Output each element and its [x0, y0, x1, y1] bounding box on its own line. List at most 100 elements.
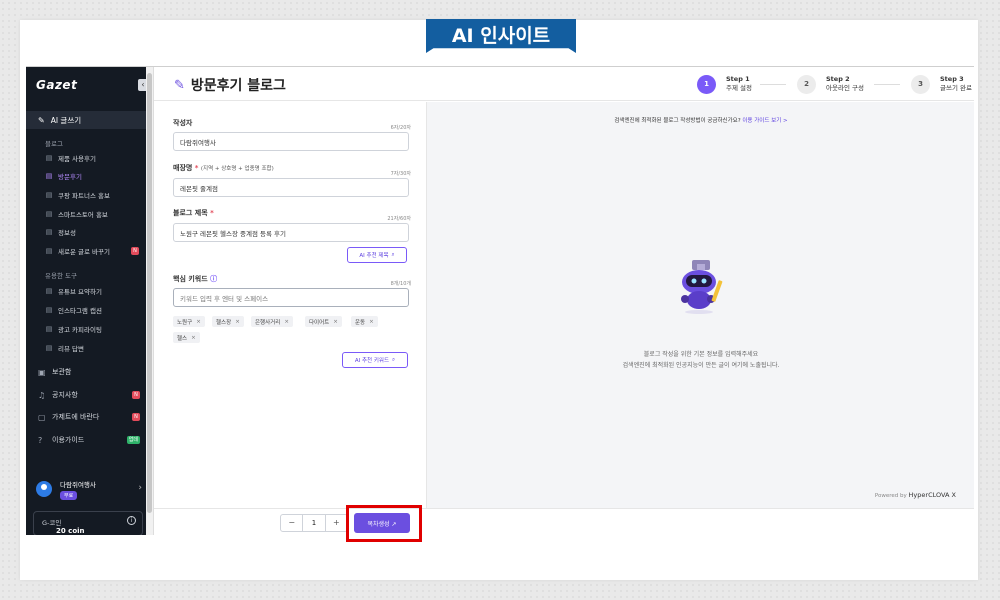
- sidebar-item-product-review[interactable]: ▤ 제품 사용후기: [45, 151, 145, 165]
- sidebar-item-rewrite[interactable]: ▤ 새로운 글로 바꾸기 N: [45, 244, 145, 258]
- step-title: Step 3: [940, 75, 964, 83]
- keyword-tag[interactable]: 헬스 ×: [173, 332, 200, 343]
- sidebar-item-ai-writing[interactable]: ✎ AI 글쓰기: [26, 111, 146, 129]
- sidebar-scrollbar[interactable]: [146, 67, 154, 535]
- sidebar-item-label: 가제트에 바란다: [52, 413, 100, 421]
- guide-text: 검색엔진에 최적화된 블로그 작성방법이 궁금하신가요? 이용 가이드 보기 >: [614, 118, 788, 124]
- keyword-tag[interactable]: 운동 ×: [351, 316, 378, 327]
- robot-mascot-icon: [681, 260, 723, 314]
- chat-icon: ▢: [38, 412, 46, 422]
- remove-icon: ×: [369, 318, 374, 325]
- doc-icon: ▤: [45, 154, 53, 162]
- avatar: [36, 481, 52, 497]
- sidebar-item-youtube-summary[interactable]: ▤ 유튜브 요약하기: [45, 284, 145, 298]
- sidebar-item-storage[interactable]: ▣ 보관함: [38, 365, 146, 379]
- store-name-field[interactable]: 레몬핏 줄계점: [173, 178, 409, 197]
- store-label: 매장명 * (지역 + 상호명 + 업종명 조합): [173, 164, 274, 172]
- plan-badge: 무료: [60, 491, 78, 500]
- page-header: ✎ 방문후기 블로그 1 Step 1 주제 설정 2 Step 2 아웃라인 구성…: [154, 67, 974, 101]
- step-number: 2: [797, 74, 816, 94]
- author-field[interactable]: 다람쥐여행사: [173, 132, 409, 151]
- ai-suggest-keyword-button[interactable]: AI 추천 키워드 ⌕: [342, 352, 408, 368]
- sidebar-item-notice[interactable]: ♫ 공지사항 N: [38, 388, 146, 402]
- remove-icon: ×: [196, 318, 201, 325]
- keyword-input[interactable]: 키워드 입력 후 엔터 및 스페이스: [173, 288, 409, 307]
- banner-title: AI 인사이트: [451, 24, 551, 47]
- empty-state-title: 블로그 작성을 위한 기본 정보를 입력해주세요: [643, 351, 759, 358]
- remove-icon: ×: [191, 334, 196, 341]
- ai-suggest-title-button[interactable]: AI 추천 제목 ⌕: [347, 247, 407, 263]
- keyword-count: 8개/10개: [390, 281, 411, 287]
- page-title-text: 방문후기 블로그: [190, 78, 286, 94]
- keyword-tag[interactable]: 노원구 ×: [173, 316, 205, 327]
- keyword-tag[interactable]: 은행사거리 ×: [251, 316, 293, 327]
- keyword-tag[interactable]: 헬스장 ×: [212, 316, 244, 327]
- info-icon: ⓘ: [210, 275, 218, 283]
- step-2[interactable]: 2 Step 2 아웃라인 구성: [797, 73, 864, 95]
- sidebar-item-label: 쿠팡 파트너스 홍보: [58, 192, 110, 200]
- doc-icon: ▤: [45, 228, 53, 236]
- sidebar-item-label: 정보성: [58, 229, 76, 237]
- update-badge: 업데: [126, 436, 140, 444]
- new-badge: N: [132, 413, 140, 421]
- doc-icon: ▤: [45, 191, 53, 199]
- sidebar-item-label: 보관함: [52, 368, 72, 376]
- step-3[interactable]: 3 Step 3 글쓰기 완료: [911, 73, 972, 95]
- edit-note-icon: ✎: [174, 77, 185, 93]
- sidebar-item-feedback[interactable]: ▢ 가제트에 바란다 N: [38, 410, 146, 424]
- sidebar-item-guide[interactable]: ? 이용가이드 업데: [38, 433, 146, 447]
- doc-icon: ▤: [45, 210, 53, 218]
- powered-by: Powered by HyperCLOVA X: [874, 491, 956, 499]
- author-char-count: 6자/20자: [390, 125, 411, 131]
- sidebar-item-smartstore[interactable]: ▤ 스마트스토어 홍보: [45, 207, 145, 221]
- author-label: 작성자: [173, 119, 193, 127]
- quantity-value[interactable]: 1: [302, 515, 326, 531]
- gazet-logo[interactable]: Gazet: [36, 78, 77, 92]
- sidebar-item-label: AI 글쓰기: [50, 115, 82, 125]
- sidebar: Gazet ‹ ✎ AI 글쓰기 블로그 ▤ 제품 사용후기 ▤ 방문후기 ▤ …: [26, 67, 148, 535]
- search-icon: ⌕: [392, 356, 396, 363]
- sidebar-item-ad-copywriting[interactable]: ▤ 광고 카피라이팅: [45, 322, 145, 336]
- decrement-button[interactable]: −: [281, 515, 302, 531]
- doc-icon: ▤: [45, 172, 53, 180]
- guide-link[interactable]: 이용 가이드 보기 >: [742, 118, 787, 124]
- store-char-count: 7자/30자: [390, 171, 411, 177]
- ai-insight-banner: AI 인사이트: [426, 19, 576, 53]
- sidebar-item-label: 광고 카피라이팅: [58, 326, 102, 334]
- title-char-count: 21자/60자: [387, 216, 411, 222]
- user-profile[interactable]: 다람쥐여행사 무료 ›: [34, 477, 144, 503]
- doc-icon: ▤: [45, 287, 53, 295]
- search-icon: ⌕: [391, 251, 395, 258]
- sidebar-item-label: 유튜브 요약하기: [58, 288, 102, 296]
- increment-button[interactable]: +: [326, 515, 347, 531]
- new-badge: N: [131, 247, 139, 255]
- input-form: 작성자 6자/20자 다람쥐여행사 매장명 * (지역 + 상호명 + 업종명 …: [154, 102, 426, 508]
- step-connector: [874, 84, 900, 85]
- sidebar-item-visit-review[interactable]: ▤ 방문후기: [45, 169, 145, 183]
- info-icon[interactable]: i: [127, 516, 136, 525]
- step-number: 3: [911, 74, 930, 94]
- step-connector: [760, 84, 786, 85]
- step-1[interactable]: 1 Step 1 주제 설정: [697, 73, 752, 95]
- doc-icon: ▤: [45, 306, 53, 314]
- sidebar-item-informative[interactable]: ▤ 정보성: [45, 225, 145, 239]
- scrollbar-thumb[interactable]: [147, 73, 152, 513]
- sidebar-item-instagram-caption[interactable]: ▤ 인스타그램 캡션: [45, 303, 145, 317]
- blog-title-field[interactable]: 노원구 레몬핏 헬스장 중계점 등록 후기: [173, 223, 409, 242]
- page-title: ✎ 방문후기 블로그: [174, 75, 286, 95]
- sidebar-item-label: 새로운 글로 바꾸기: [58, 248, 110, 256]
- user-name: 다람쥐여행사: [60, 481, 96, 489]
- sidebar-item-label: 스마트스토어 홍보: [58, 211, 108, 219]
- sidebar-item-coupang-partners[interactable]: ▤ 쿠팡 파트너스 홍보: [45, 188, 145, 202]
- preview-panel: 검색엔진에 최적화된 블로그 작성방법이 궁금하신가요? 이용 가이드 보기 >…: [426, 102, 974, 508]
- coin-label: G-코인: [42, 519, 62, 527]
- keyword-tag[interactable]: 다이어트 ×: [305, 316, 342, 327]
- quantity-stepper: − 1 +: [280, 514, 348, 532]
- doc-icon: ▤: [45, 344, 53, 352]
- remove-icon: ×: [333, 318, 338, 325]
- keywords-label: 핵심 키워드 ⓘ: [173, 275, 218, 283]
- blog-title-label: 블로그 제목 *: [173, 209, 214, 217]
- sidebar-item-review-reply[interactable]: ▤ 리뷰 답변: [45, 341, 145, 355]
- section-tools: 유용한 도구: [45, 272, 77, 280]
- pencil-icon: ✎: [38, 115, 45, 125]
